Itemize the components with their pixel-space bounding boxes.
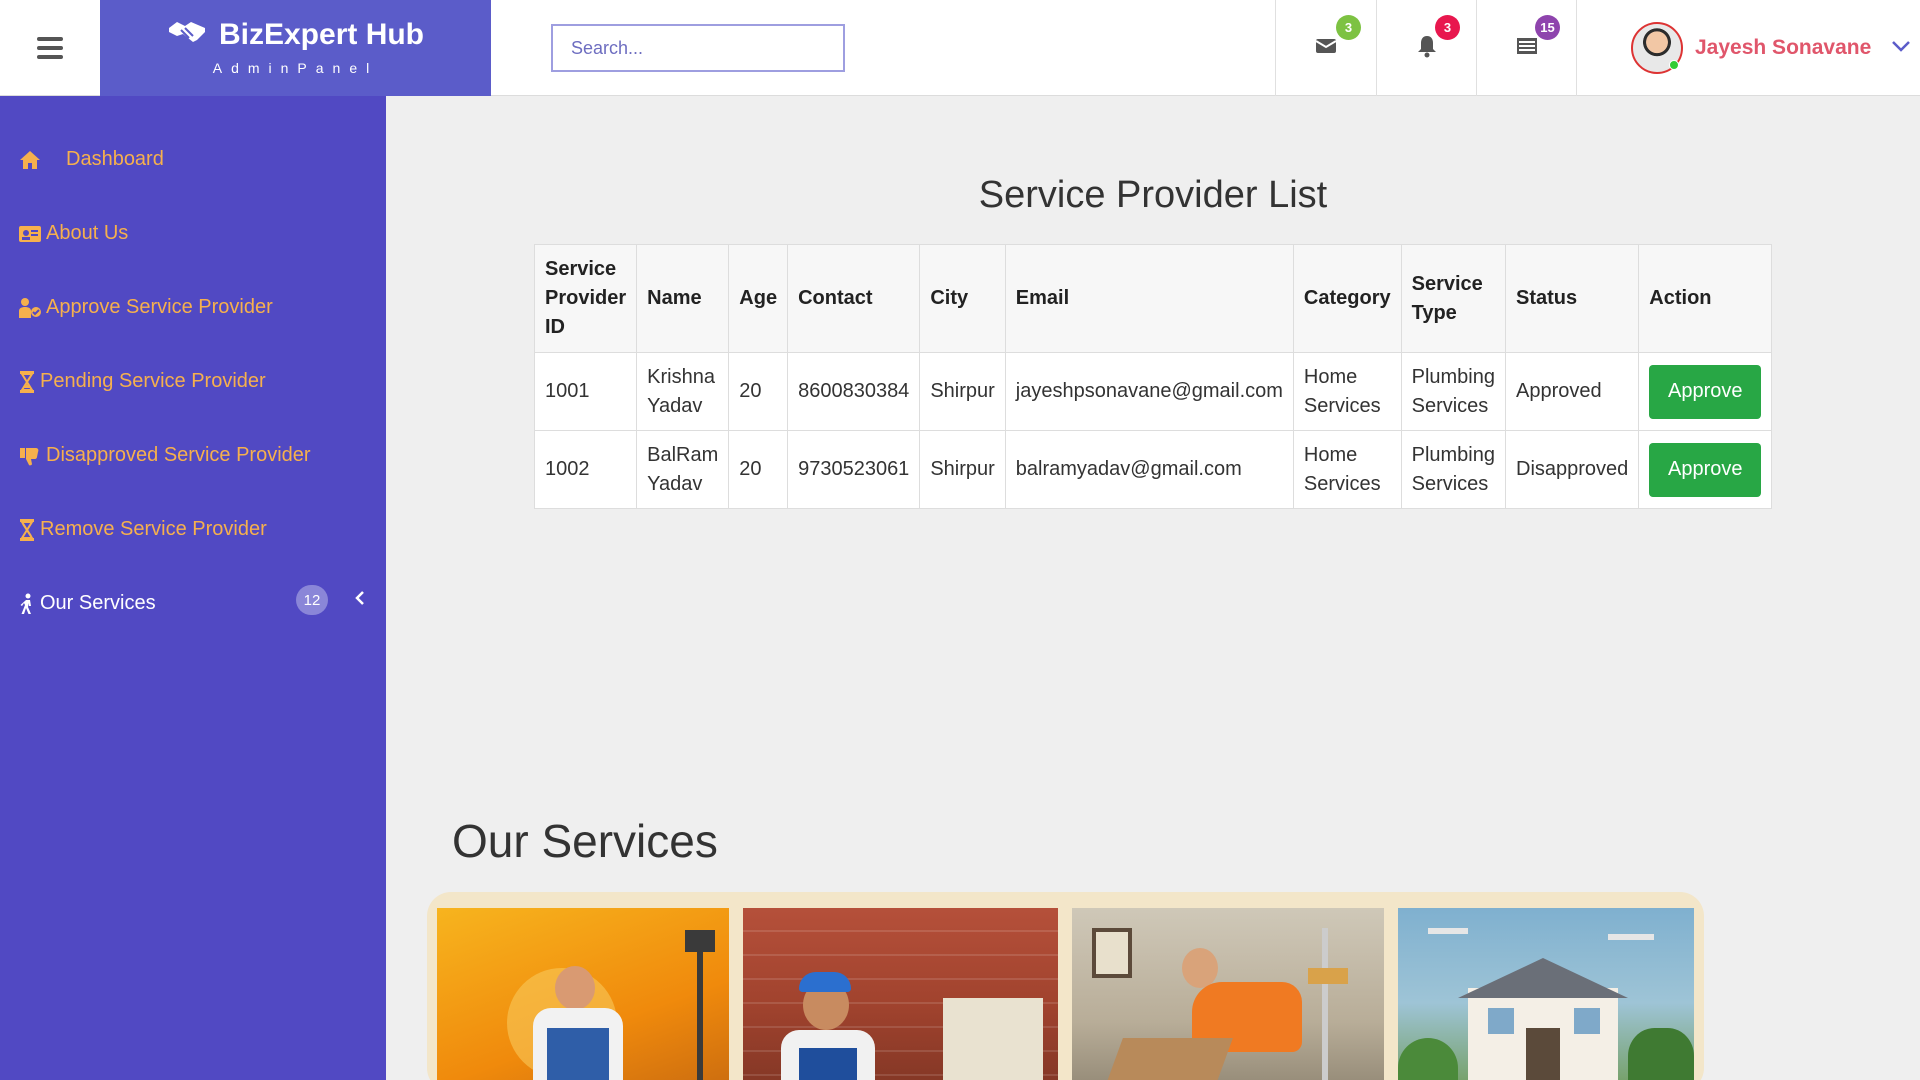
sidebar-item-label: Approve Service Provider [46,296,273,318]
cell-category: Home Services [1292,352,1402,431]
services-count-badge: 12 [296,585,328,615]
services-section-title: Our Services [452,815,718,867]
user-check-icon [18,297,42,319]
cell-name: Krishna Yadav [636,352,730,431]
user-menu[interactable]: Jayesh Sonavane [1576,0,1920,96]
notifications-count-badge: 3 [1435,15,1460,40]
sidebar-item-approve-service-provider[interactable]: Approve Service Provider [18,296,273,319]
chevron-left-icon[interactable] [354,590,366,611]
messages-button[interactable]: 3 [1275,0,1376,96]
cell-action: Approve [1638,352,1773,431]
thumbs-down-icon [18,445,42,467]
list-icon [1515,34,1539,63]
sidebar-item-dashboard[interactable]: Dashboard [18,148,164,171]
top-header: BizExpert Hub AdminPanel 3 3 15 Jayesh S… [0,0,1920,96]
column-header: Service Type [1400,244,1507,353]
table-row: 1002 BalRam Yadav 20 9730523061 Shirpur … [533,430,1773,509]
user-name: Jayesh Sonavane [1695,36,1872,59]
services-gallery [427,892,1704,1080]
column-header: Contact [787,244,921,353]
column-header: Action [1638,244,1773,353]
hourglass-end-icon [18,518,36,541]
messages-count-badge: 3 [1336,15,1361,40]
notifications-button[interactable]: 3 [1376,0,1476,96]
cell-city: Shirpur [919,430,1006,509]
cell-category: Home Services [1292,430,1402,509]
column-header: Status [1504,244,1640,353]
hamburger-icon [37,32,63,64]
brand-subtitle: AdminPanel [212,60,379,76]
service-image-home-security [1398,908,1694,1080]
sidebar-item-label: About Us [46,222,129,244]
column-header: Email [1004,244,1294,353]
envelope-icon [1314,34,1338,63]
service-image-painting [1071,908,1385,1080]
cell-contact: 9730523061 [787,430,921,509]
tasks-button[interactable]: 15 [1476,0,1576,96]
cell-id: 1002 [533,430,638,509]
sidebar-item-label: Dashboard [66,148,164,170]
table-row: 1001 Krishna Yadav 20 8600830384 Shirpur… [533,352,1773,431]
cell-status: Approved [1504,352,1640,431]
cell-status: Disapproved [1504,430,1640,509]
approve-button[interactable]: Approve [1649,442,1762,497]
cell-email: balramyadav@gmail.com [1004,430,1294,509]
cell-service-type: Plumbing Services [1400,352,1507,431]
column-header: Age [728,244,789,353]
cell-action: Approve [1638,430,1773,509]
menu-toggle-button[interactable] [0,0,100,96]
sidebar: Dashboard About Us Approve Service Provi… [0,96,386,1080]
page-title: Service Provider List [978,174,1328,216]
sidebar-item-about-us[interactable]: About Us [18,222,128,245]
column-header: Category [1292,244,1402,353]
column-header: Name [636,244,730,353]
search-input[interactable] [551,24,845,72]
home-icon [18,149,42,171]
sidebar-item-our-services[interactable]: Our Services [18,592,156,615]
handshake-icon [167,18,207,52]
cell-email: jayeshpsonavane@gmail.com [1004,352,1294,431]
person-walking-icon [18,593,36,615]
sidebar-item-pending-service-provider[interactable]: Pending Service Provider [18,370,266,393]
bell-icon [1415,34,1439,63]
cell-id: 1001 [533,352,638,431]
cell-age: 20 [728,430,789,509]
service-provider-table: Service Provider ID Name Age Contact Cit… [533,244,1773,509]
id-card-icon [18,223,42,245]
chevron-down-icon [1891,39,1911,58]
cell-age: 20 [728,352,789,431]
cell-name: BalRam Yadav [636,430,730,509]
sidebar-item-label: Disapproved Service Provider [46,444,311,466]
avatar [1631,22,1683,74]
column-header: Service Provider ID [533,244,638,353]
sidebar-item-label: Our Services [40,592,156,614]
cell-service-type: Plumbing Services [1400,430,1507,509]
table-header-row: Service Provider ID Name Age Contact Cit… [533,244,1773,353]
approve-button[interactable]: Approve [1649,364,1762,419]
brand-block[interactable]: BizExpert Hub AdminPanel [100,0,491,96]
service-image-cleaning [437,908,729,1080]
cell-contact: 8600830384 [787,352,921,431]
sidebar-item-remove-service-provider[interactable]: Remove Service Provider [18,518,267,541]
brand-title: BizExpert Hub [218,18,425,51]
column-header: City [919,244,1006,353]
cell-city: Shirpur [919,352,1006,431]
sidebar-item-disapproved-service-provider[interactable]: Disapproved Service Provider [18,444,311,467]
sidebar-item-label: Pending Service Provider [40,370,266,392]
sidebar-item-label: Remove Service Provider [40,518,267,540]
service-image-handyman [742,908,1058,1080]
hourglass-icon [18,370,36,393]
tasks-count-badge: 15 [1535,15,1560,40]
